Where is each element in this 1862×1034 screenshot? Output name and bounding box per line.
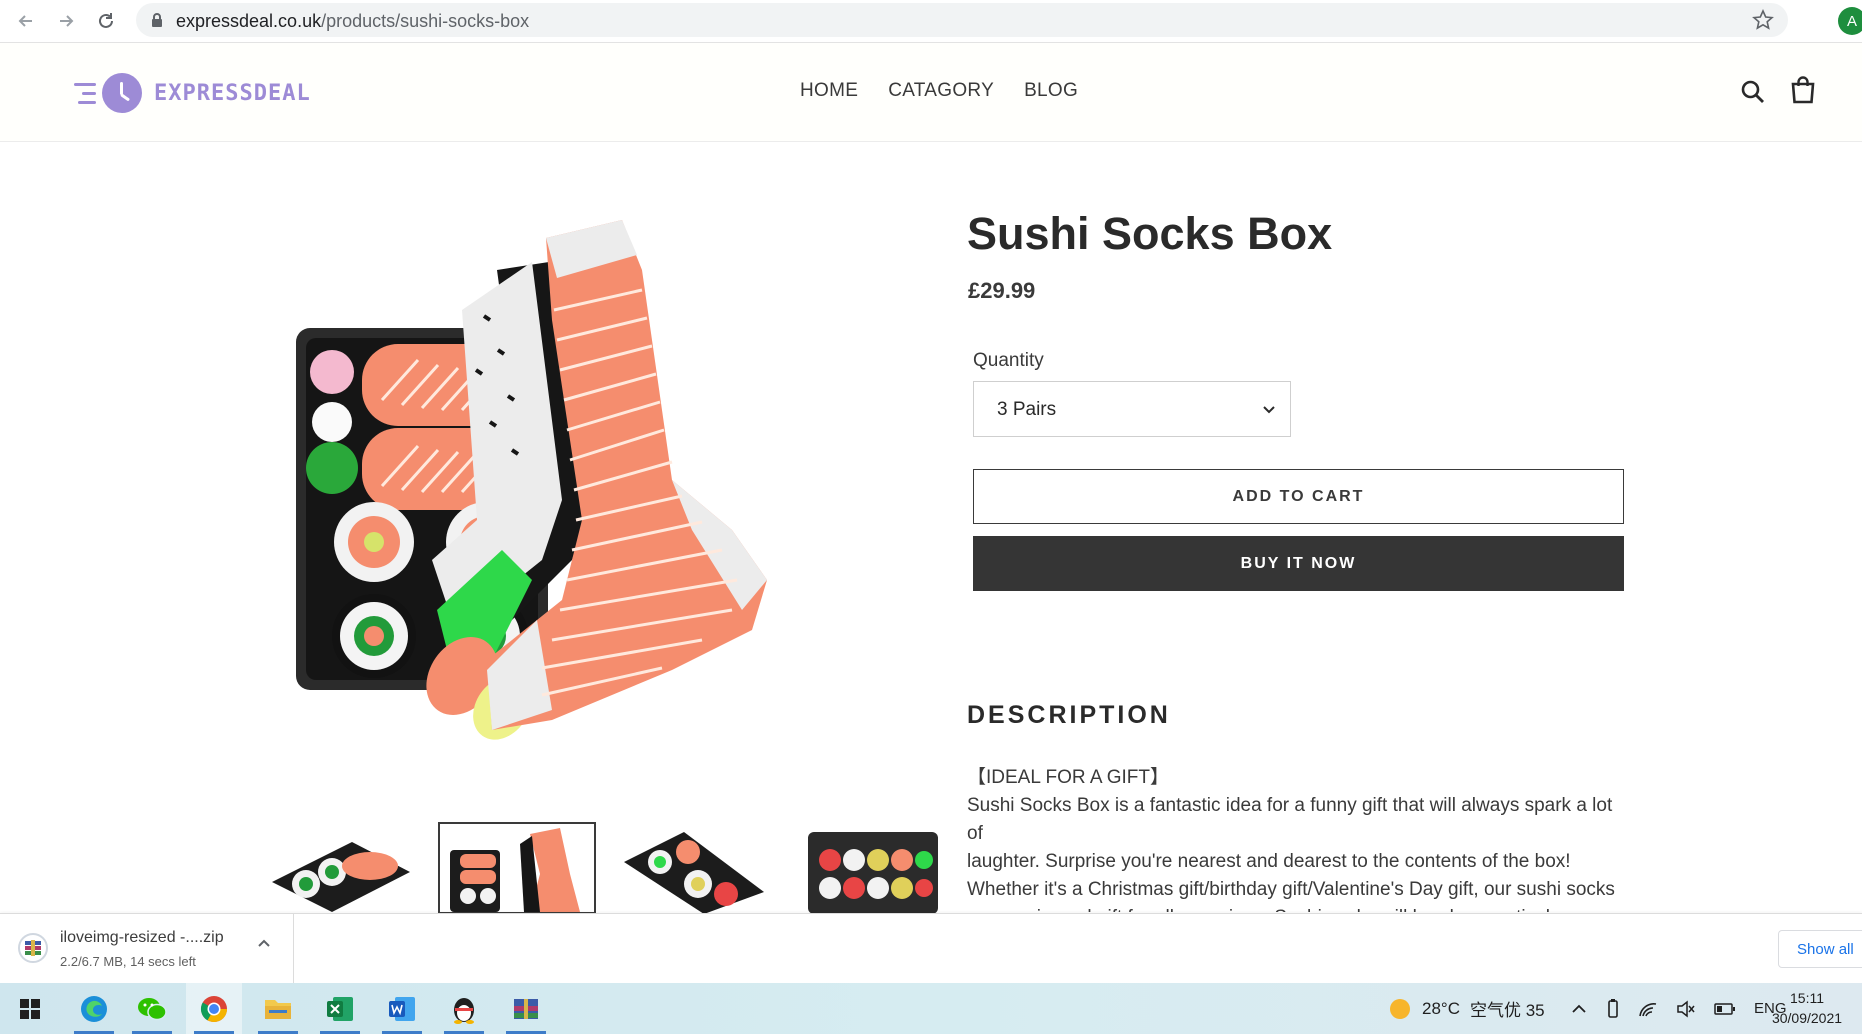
sun-icon xyxy=(1390,998,1410,1019)
thumbnail-4[interactable] xyxy=(790,822,948,914)
product-thumbnails xyxy=(262,822,942,914)
url-domain: expressdeal.co.uk xyxy=(176,11,322,31)
product-price: £29.99 xyxy=(968,278,1036,303)
weather-temperature: 28°C xyxy=(1422,998,1460,1018)
clock-date: 30/09/2021 xyxy=(1771,1010,1843,1026)
download-item[interactable]: iloveimg-resized -....zip 2.2/6.7 MB, 14… xyxy=(0,914,294,984)
nav-blog[interactable]: BLOG xyxy=(1024,80,1078,102)
clock-time: 15:11 xyxy=(1790,990,1824,1006)
folder-icon xyxy=(265,999,291,1019)
cart-bag-icon[interactable] xyxy=(1790,76,1816,104)
address-bar[interactable]: expressdeal.co.uk/products/sushi-socks-b… xyxy=(136,3,1788,37)
quantity-select[interactable]: 3 Pairs xyxy=(973,381,1291,437)
system-clock[interactable]: 15:11 30/09/2021 xyxy=(1762,988,1852,1028)
reload-icon xyxy=(99,13,113,28)
logo-speed-lines xyxy=(74,77,96,110)
windows-taskbar: 28°C 空气优 35 ENG 15:11 30/09/2021 xyxy=(0,983,1862,1034)
usb-device-icon[interactable] xyxy=(1606,998,1620,1019)
description-body: 【IDEAL FOR A GIFT】 Sushi Socks Box is a … xyxy=(967,764,1627,912)
chevron-up-icon[interactable] xyxy=(1570,1000,1588,1018)
sushi-socks-box-image xyxy=(296,220,767,740)
thumbnail-image xyxy=(624,832,764,914)
browser-toolbar: expressdeal.co.uk/products/sushi-socks-b… xyxy=(0,0,1862,43)
logo-text: EXPRESSDEAL xyxy=(154,80,311,106)
system-tray: ENG xyxy=(1570,983,1787,1034)
product-main-image[interactable] xyxy=(262,200,942,800)
battery-icon[interactable] xyxy=(1714,1002,1736,1016)
url-text: expressdeal.co.uk/products/sushi-socks-b… xyxy=(176,11,529,32)
taskbar-edge[interactable] xyxy=(66,983,122,1034)
taskbar-app-qq[interactable] xyxy=(436,983,492,1034)
taskbar-word[interactable] xyxy=(374,983,430,1034)
edge-icon xyxy=(81,995,107,1022)
nav-home[interactable]: HOME xyxy=(800,80,858,102)
thumbnail-image xyxy=(808,832,938,914)
windows-logo-icon xyxy=(20,998,40,1019)
product-title: Sushi Socks Box xyxy=(967,208,1333,259)
taskbar-winrar[interactable] xyxy=(498,983,554,1034)
forward-button[interactable] xyxy=(51,6,81,36)
penguin-icon xyxy=(454,997,474,1024)
thumbnail-1[interactable] xyxy=(262,822,420,914)
site-logo[interactable]: EXPRESSDEAL xyxy=(74,71,311,115)
wifi-icon[interactable] xyxy=(1638,1000,1658,1018)
quantity-label: Quantity xyxy=(973,350,1044,371)
chevron-down-icon xyxy=(1263,406,1275,414)
buy-it-now-button[interactable]: BUY IT NOW xyxy=(973,536,1624,591)
word-icon xyxy=(389,996,415,1021)
reload-button[interactable] xyxy=(91,6,121,36)
lock-icon xyxy=(152,13,162,27)
arrow-left-icon xyxy=(18,15,32,27)
download-file-name: iloveimg-resized -....zip xyxy=(60,929,224,946)
description-line: laughter. Surprise you're nearest and de… xyxy=(967,851,1571,872)
taskbar-chrome[interactable] xyxy=(186,983,242,1034)
start-button[interactable] xyxy=(2,983,58,1034)
arrow-right-icon xyxy=(60,15,74,27)
bookmark-star-icon[interactable] xyxy=(1752,9,1774,31)
clock-icon xyxy=(102,73,142,113)
chevron-up-icon[interactable] xyxy=(256,936,272,952)
volume-muted-icon[interactable] xyxy=(1676,999,1696,1018)
show-all-downloads-button[interactable]: Show all xyxy=(1778,930,1862,968)
taskbar-file-explorer[interactable] xyxy=(250,983,306,1034)
taskbar-excel[interactable] xyxy=(312,983,368,1034)
winrar-icon xyxy=(514,998,538,1019)
description-line: are a universal gift for all occasions. … xyxy=(967,904,1627,912)
nav-catagory[interactable]: CATAGORY xyxy=(888,80,994,102)
wechat-icon xyxy=(138,997,167,1020)
thumbnail-2[interactable] xyxy=(438,822,596,914)
download-status: 2.2/6.7 MB, 14 secs left xyxy=(60,954,196,969)
site-header: EXPRESSDEAL HOME CATAGORY BLOG xyxy=(0,43,1862,142)
taskbar-wechat[interactable] xyxy=(124,983,180,1034)
thumbnail-image xyxy=(450,828,580,912)
quantity-selected-value: 3 Pairs xyxy=(997,399,1057,420)
description-line: Sushi Socks Box is a fantastic idea for … xyxy=(967,795,1613,844)
main-navigation: HOME CATAGORY BLOG xyxy=(800,80,1078,102)
thumbnail-3[interactable] xyxy=(614,822,772,914)
download-shelf: iloveimg-resized -....zip 2.2/6.7 MB, 14… xyxy=(0,913,1862,984)
chrome-icon xyxy=(200,995,228,1022)
search-icon[interactable] xyxy=(1740,79,1766,105)
url-path: /products/sushi-socks-box xyxy=(321,11,530,31)
description-heading: DESCRIPTION xyxy=(967,701,1171,729)
thumbnail-image xyxy=(272,842,410,912)
air-quality: 空气优 35 xyxy=(1469,1001,1545,1020)
back-button[interactable] xyxy=(11,6,41,36)
weather-widget[interactable]: 28°C 空气优 35 xyxy=(1388,983,1545,1034)
profile-avatar[interactable]: A xyxy=(1838,7,1862,35)
excel-icon xyxy=(327,996,353,1021)
archive-file-icon xyxy=(18,933,48,963)
add-to-cart-button[interactable]: ADD TO CART xyxy=(973,469,1624,524)
description-line: Whether it's a Christmas gift/birthday g… xyxy=(967,879,1615,900)
description-line: 【IDEAL FOR A GIFT】 xyxy=(967,767,1169,788)
